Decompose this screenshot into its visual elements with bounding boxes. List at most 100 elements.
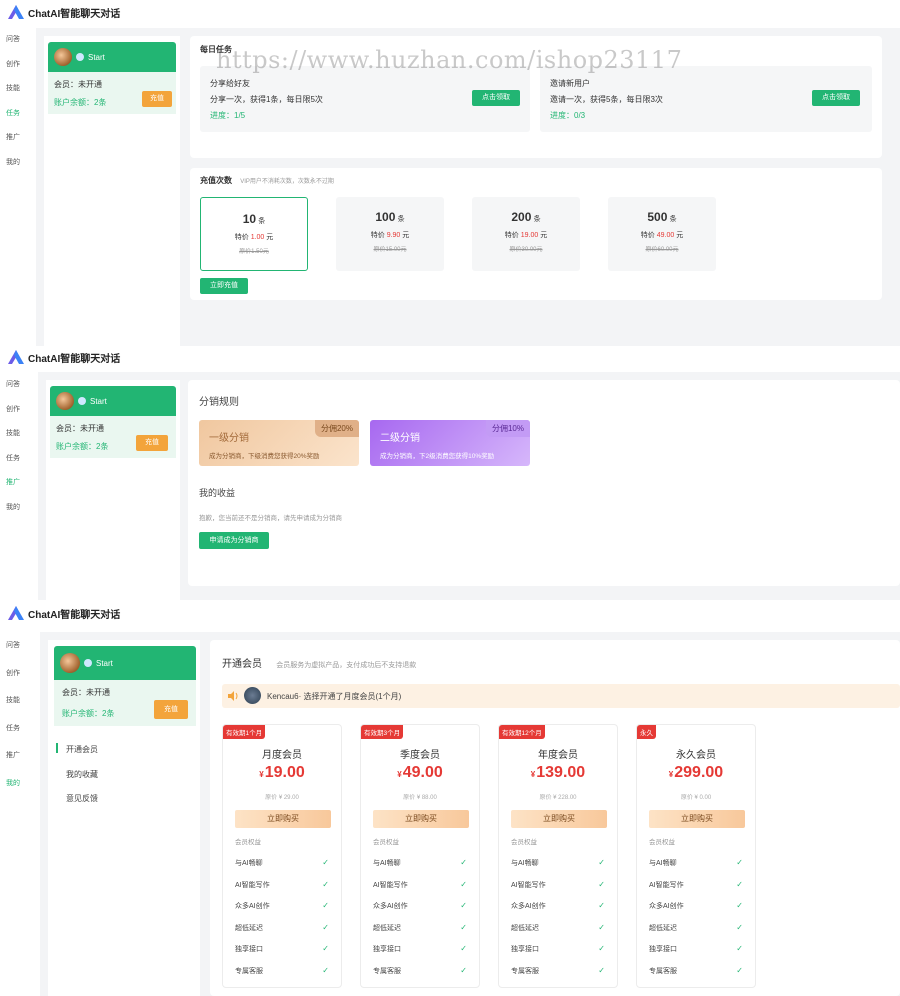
check-icon: ✓ bbox=[736, 879, 743, 889]
rights-label: 会员权益 bbox=[649, 839, 675, 846]
nav-item-tasks[interactable]: 任务 bbox=[0, 102, 34, 127]
plan-orig-price: 原价 ¥ 29.00 bbox=[265, 795, 299, 801]
nav-item-create[interactable]: 创作 bbox=[0, 660, 34, 688]
nav-item-skills[interactable]: 技能 bbox=[0, 687, 34, 715]
nav-item-skills[interactable]: 技能 bbox=[0, 422, 34, 447]
nav-item-tasks[interactable]: 任务 bbox=[0, 447, 34, 472]
feature-name: AI智能写作 bbox=[373, 881, 408, 889]
buy-button[interactable]: 立即购买 bbox=[373, 810, 469, 828]
feature-name: 独享接口 bbox=[373, 946, 401, 953]
feature-name: 专属客服 bbox=[235, 967, 263, 975]
plan-monthly[interactable]: 有效期1个月 月度会员 ¥19.00 原价 ¥ 29.00 立即购买 会员权益 … bbox=[222, 724, 342, 988]
plan-tag: 有效期12个月 bbox=[499, 725, 545, 739]
feature-name: 与AI畅聊 bbox=[235, 860, 263, 867]
distribution-card: 分销规则 分佣20% 一级分销 成为分销商，下级消费您获得20%奖励 分佣10%… bbox=[188, 380, 900, 586]
feature-row: 专属客服 ✓ bbox=[235, 966, 331, 978]
package-price: 特价 9.90 元 bbox=[336, 230, 444, 240]
tier-desc: 成为分销商，下级消费您获得20%奖励 bbox=[209, 453, 320, 460]
currency: ¥ bbox=[530, 770, 536, 779]
package-100[interactable]: 100 条 特价 9.90 元 原价15.00元 bbox=[336, 197, 444, 271]
recharge-card: 充值次数 VIP用户不消耗次数，次数永不过期 10 条 特价 1.00 元 原价… bbox=[190, 168, 882, 300]
buy-button[interactable]: 立即购买 bbox=[511, 810, 607, 828]
recharge-button[interactable]: 充值 bbox=[136, 435, 168, 451]
count-value: 500 bbox=[647, 210, 668, 224]
check-icon: ✓ bbox=[598, 879, 605, 889]
buy-button[interactable]: 立即购买 bbox=[235, 810, 331, 828]
rights-label: 会员权益 bbox=[373, 839, 399, 846]
nav-item-create[interactable]: 创作 bbox=[0, 398, 34, 423]
plan-yearly[interactable]: 有效期12个月 年度会员 ¥139.00 原价 ¥ 228.00 立即购买 会员… bbox=[498, 724, 618, 988]
active-menu-marker bbox=[56, 743, 58, 753]
yuan: 元 bbox=[676, 232, 684, 239]
notice-action: · 选择开通了月度会员(1个月) bbox=[298, 692, 402, 701]
price-value: 1.00 bbox=[250, 234, 265, 241]
apply-distributor-button[interactable]: 申请成为分销商 bbox=[199, 532, 269, 549]
tier-badge: 分佣10% bbox=[485, 420, 530, 437]
avatar bbox=[54, 48, 72, 66]
plan-name: 年度会员 bbox=[538, 750, 578, 761]
nav-item-qa[interactable]: 问答 bbox=[0, 373, 34, 398]
vip-icon bbox=[76, 53, 84, 61]
feature-name: AI智能写作 bbox=[511, 881, 546, 889]
feature-row: 众多AI创作 ✓ bbox=[511, 901, 607, 913]
nav-item-promote[interactable]: 推广 bbox=[0, 126, 34, 151]
currency: ¥ bbox=[397, 770, 402, 779]
menu-open-membership[interactable]: 开通会员 bbox=[66, 744, 98, 755]
nav-item-qa[interactable]: 问答 bbox=[0, 28, 34, 53]
purchase-notice-bar: Kencau6· 选择开通了月度会员(1个月) bbox=[222, 684, 900, 708]
plan-price: ¥49.00 bbox=[361, 764, 479, 782]
feature-row: 独享接口 ✓ bbox=[511, 944, 607, 956]
check-icon: ✓ bbox=[460, 879, 467, 889]
currency: ¥ bbox=[668, 770, 674, 779]
recharge-button[interactable]: 充值 bbox=[154, 700, 188, 719]
check-icon: ✓ bbox=[598, 944, 605, 953]
check-icon: ✓ bbox=[598, 922, 605, 932]
feature-name: 独享接口 bbox=[649, 946, 677, 953]
claim-button[interactable]: 点击领取 bbox=[812, 90, 860, 106]
recharge-title-text: 充值次数 bbox=[200, 176, 232, 185]
feature-row: AI智能写作 ✓ bbox=[235, 880, 331, 892]
price-value: 49.00 bbox=[656, 232, 675, 239]
plan-lifetime[interactable]: 永久 永久会员 ¥299.00 原价 ¥ 0.00 立即购买 会员权益 与AI畅… bbox=[636, 724, 756, 988]
feature-name: 超低延迟 bbox=[235, 924, 263, 932]
tier-level-1: 分佣20% 一级分销 成为分销商，下级消费您获得20%奖励 bbox=[199, 420, 359, 466]
user-card-body: 会员：未开通 账户余额：2条 充值 bbox=[54, 680, 196, 726]
menu-favorites[interactable]: 我的收藏 bbox=[66, 769, 98, 780]
unit: 条 bbox=[397, 216, 405, 223]
package-count: 200 条 bbox=[472, 210, 580, 224]
price-value: 19.00 bbox=[520, 232, 539, 239]
tier-level-2: 分佣10% 二级分销 成为分销商，下2级消费您获得10%奖励 bbox=[370, 420, 530, 466]
package-price: 特价 1.00 元 bbox=[201, 232, 307, 242]
nav-item-promote[interactable]: 推广 bbox=[0, 471, 34, 496]
feature-row: 与AI畅聊 ✓ bbox=[373, 858, 469, 870]
package-10[interactable]: 10 条 特价 1.00 元 原价1.50元 bbox=[200, 197, 308, 271]
nav-item-promote[interactable]: 推广 bbox=[0, 742, 34, 770]
nav-item-mine[interactable]: 我的 bbox=[0, 770, 34, 798]
recharge-now-button[interactable]: 立即充值 bbox=[200, 278, 248, 294]
nav-item-create[interactable]: 创作 bbox=[0, 53, 34, 78]
check-icon: ✓ bbox=[736, 965, 743, 975]
price-value: 9.90 bbox=[386, 232, 401, 239]
notice-text: Kencau6· 选择开通了月度会员(1个月) bbox=[267, 691, 401, 702]
nav-item-mine[interactable]: 我的 bbox=[0, 496, 34, 521]
nav-item-skills[interactable]: 技能 bbox=[0, 77, 34, 102]
task-desc: 分享一次，获得1条，每日限5次 bbox=[210, 95, 323, 104]
nav-item-mine[interactable]: 我的 bbox=[0, 151, 34, 176]
buy-button[interactable]: 立即购买 bbox=[649, 810, 745, 828]
plan-tag: 永久 bbox=[637, 725, 656, 739]
nav-item-qa[interactable]: 问答 bbox=[0, 632, 34, 660]
rights-label: 会员权益 bbox=[235, 839, 261, 846]
menu-feedback[interactable]: 意见反馈 bbox=[66, 793, 98, 804]
user-card-header: Start bbox=[54, 646, 196, 680]
user-card-header: Start bbox=[48, 42, 176, 72]
claim-button[interactable]: 点击领取 bbox=[472, 90, 520, 106]
feature-row: 独享接口 ✓ bbox=[373, 944, 469, 956]
feature-row: 超低延迟 ✓ bbox=[649, 923, 745, 935]
package-200[interactable]: 200 条 特价 19.00 元 原价30.00元 bbox=[472, 197, 580, 271]
package-500[interactable]: 500 条 特价 49.00 元 原价60.00元 bbox=[608, 197, 716, 271]
recharge-button[interactable]: 充值 bbox=[142, 91, 172, 107]
nav-item-tasks[interactable]: 任务 bbox=[0, 715, 34, 743]
balance-label: 账户余额：2条 bbox=[54, 98, 107, 107]
plan-orig-price: 原价 ¥ 88.00 bbox=[403, 795, 437, 801]
plan-quarterly[interactable]: 有效期3个月 季度会员 ¥49.00 原价 ¥ 88.00 立即购买 会员权益 … bbox=[360, 724, 480, 988]
